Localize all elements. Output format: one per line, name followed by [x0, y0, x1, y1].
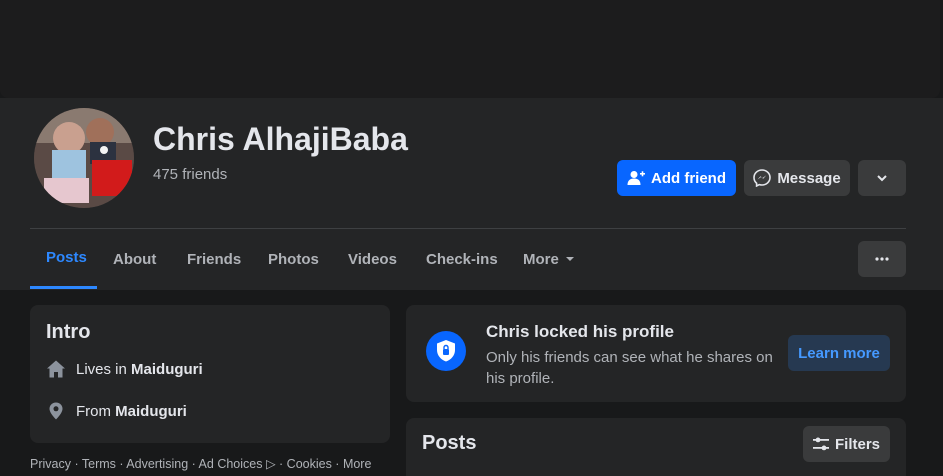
cover-photo[interactable]	[0, 0, 940, 98]
messenger-icon	[753, 169, 772, 187]
tab-about-label: About	[113, 250, 157, 268]
avatar[interactable]	[34, 108, 134, 208]
tab-photos-label: Photos	[268, 250, 319, 268]
add-friend-button[interactable]: Add friend	[617, 160, 736, 196]
filters-button[interactable]: Filters	[803, 426, 890, 462]
tab-more-label: More	[523, 250, 559, 268]
add-friend-label: Add friend	[651, 169, 726, 187]
lives-in-place[interactable]: Maiduguri	[131, 361, 203, 378]
from-place[interactable]: Maiduguri	[115, 403, 187, 420]
profile-name: Chris AlhajiBaba	[153, 121, 408, 157]
message-button[interactable]: Message	[744, 160, 850, 196]
posts-title: Posts	[422, 432, 477, 454]
tab-posts[interactable]: Posts	[30, 229, 97, 289]
more-actions-button[interactable]	[858, 160, 906, 196]
footer-links[interactable]: Privacy · Terms · Advertising · Ad Choic…	[30, 456, 371, 471]
locked-profile-description: Only his friends can see what he shares …	[486, 349, 773, 387]
tab-check-ins-label: Check-ins	[426, 250, 498, 268]
message-label: Message	[777, 169, 841, 187]
tab-posts-label: Posts	[46, 249, 87, 266]
locked-profile-title: Chris locked his profile	[486, 322, 674, 341]
intro-from: From Maiduguri	[46, 401, 187, 421]
tab-check-ins[interactable]: Check-ins	[410, 229, 514, 289]
intro-title: Intro	[46, 321, 91, 343]
location-pin-icon	[46, 401, 66, 421]
learn-more-label: Learn more	[798, 344, 880, 362]
filters-icon	[812, 437, 829, 451]
tab-friends-label: Friends	[187, 250, 242, 268]
tab-friends[interactable]: Friends	[171, 229, 257, 289]
lives-in-prefix: Lives in	[76, 360, 127, 378]
shield-lock-icon	[426, 331, 466, 371]
filters-label: Filters	[834, 435, 880, 453]
home-icon	[46, 359, 66, 379]
friends-count[interactable]: 475 friends	[153, 166, 227, 183]
learn-more-button[interactable]: Learn more	[788, 335, 890, 371]
chevron-down-icon	[876, 174, 888, 182]
from-prefix: From	[76, 402, 111, 420]
tab-more[interactable]: More	[507, 229, 591, 289]
intro-card: Intro Lives in Maiduguri From Maiduguri	[30, 305, 390, 443]
locked-profile-card: Chris locked his profile Only his friend…	[406, 305, 906, 402]
tab-about[interactable]: About	[97, 229, 172, 289]
more-horizontal-icon	[875, 257, 889, 261]
add-friend-icon	[627, 170, 645, 186]
posts-card: Posts Filters	[406, 418, 906, 476]
tab-videos-label: Videos	[348, 250, 397, 268]
intro-lives-in: Lives in Maiduguri	[46, 359, 203, 379]
tabs-overflow-button[interactable]	[858, 241, 906, 277]
tab-photos[interactable]: Photos	[252, 229, 335, 289]
caret-down-icon	[565, 256, 575, 262]
tab-videos[interactable]: Videos	[332, 229, 413, 289]
